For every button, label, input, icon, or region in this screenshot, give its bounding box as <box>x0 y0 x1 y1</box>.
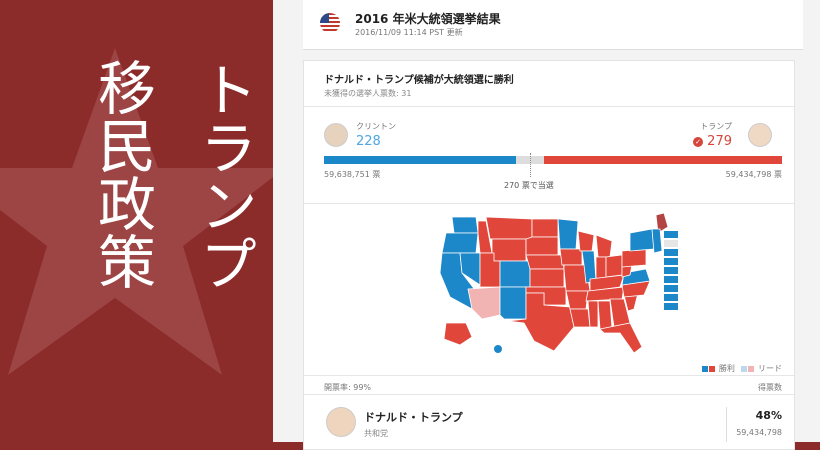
map-box-vt <box>664 231 678 238</box>
map-state-wi <box>577 230 595 252</box>
trump-ev-value: 279 <box>707 134 732 149</box>
legend-win-label: 勝利 <box>718 364 735 373</box>
map-state-mt <box>485 216 533 240</box>
clinton-avatar <box>324 123 348 147</box>
map-state-hi <box>494 345 502 353</box>
map-state-mn <box>557 218 579 250</box>
map-box-nh <box>664 240 678 247</box>
map-state-az <box>467 286 501 320</box>
map-state-ms <box>587 300 599 328</box>
check-icon: ✓ <box>693 136 704 147</box>
map-state-oh <box>605 254 623 278</box>
header-card: 2016 年米大統領選挙結果 2016/11/09 11:14 PST 更新 <box>303 0 803 50</box>
map-state-ne <box>525 254 565 270</box>
divider <box>304 203 794 204</box>
map-state-wa <box>451 216 479 234</box>
map-state-or <box>441 232 479 254</box>
map-state-sd <box>525 236 559 256</box>
clinton-popular-votes: 59,638,751 票 <box>324 170 381 179</box>
trump-row-avatar <box>326 407 356 437</box>
map-box-md <box>664 294 678 301</box>
map-box-ma <box>664 249 678 256</box>
map-box-ct <box>664 267 678 274</box>
votes-column-header: 得票数 <box>758 383 782 392</box>
divider <box>304 106 794 107</box>
legend-pink-swatch <box>748 365 755 372</box>
map-state-nd <box>531 218 559 238</box>
map-state-ak <box>443 322 473 346</box>
clinton-name: クリントン <box>356 122 396 131</box>
divider <box>304 394 794 395</box>
legend-lead-label: リード <box>758 364 782 373</box>
map-state-nm <box>499 286 527 320</box>
trump-avatar <box>748 123 772 147</box>
map-box-ri <box>664 258 678 265</box>
result-card: ドナルド・トランプ候補が大統領選に勝利 未獲得の選挙人票数: 31 クリントン … <box>303 60 795 450</box>
overlay-title-trump: トランプ <box>190 60 258 292</box>
map-state-pa <box>621 248 647 268</box>
promo-panel: トランプ 移民政策 <box>0 0 273 442</box>
divider <box>304 375 794 376</box>
legend-lightblue-swatch <box>741 365 748 372</box>
map-state-ny <box>629 228 655 252</box>
candidate-party: 共和党 <box>364 429 388 438</box>
us-results-map[interactable] <box>424 211 684 361</box>
map-legend: 勝利 リード <box>702 363 782 374</box>
threshold-marker <box>530 153 531 177</box>
map-state-fl <box>599 322 643 354</box>
uncounted-electors: 未獲得の選挙人票数: 31 <box>324 89 412 98</box>
threshold-label: 270 票で当選 <box>504 181 554 190</box>
map-state-wy <box>491 238 527 262</box>
map-state-ar <box>565 290 589 310</box>
updated-time: 2016/11/09 11:14 PST 更新 <box>355 28 463 37</box>
candidate-votes: 59,434,798 <box>736 428 782 437</box>
map-state-al <box>597 300 613 330</box>
map-box-dc <box>664 303 678 310</box>
clinton-bar-fill <box>324 156 517 164</box>
overlay-title-immigration: 移民政策 <box>88 58 156 290</box>
map-box-de <box>664 285 678 292</box>
legend-blue-swatch <box>702 365 709 372</box>
trump-popular-votes: 59,434,798 票 <box>725 170 782 179</box>
map-state-ia <box>559 248 583 266</box>
candidate-name: ドナルド・トランプ <box>364 411 463 424</box>
map-state-co <box>499 260 531 288</box>
us-flag-icon <box>320 13 340 33</box>
map-state-ks <box>529 268 565 288</box>
clinton-electoral-votes: 228 <box>356 134 381 149</box>
counted-percent: 開票率: 99% <box>324 383 372 392</box>
trump-name: トランプ <box>700 122 732 131</box>
legend-red-swatch <box>709 365 716 372</box>
result-headline: ドナルド・トランプ候補が大統領選に勝利 <box>324 75 514 86</box>
trump-bar-fill <box>543 156 782 164</box>
map-state-la <box>569 308 591 328</box>
map-box-nj <box>664 276 678 283</box>
results-page: 2016 年米大統領選挙結果 2016/11/09 11:14 PST 更新 ド… <box>273 0 820 450</box>
page-title: 2016 年米大統領選挙結果 <box>355 12 501 26</box>
candidate-percent: 48% <box>755 409 782 422</box>
divider <box>726 407 727 442</box>
map-state-ne-small <box>651 228 663 254</box>
trump-electoral-votes: ✓ 279 <box>693 134 732 149</box>
electoral-bar <box>324 156 782 164</box>
map-state-mi <box>595 234 613 258</box>
